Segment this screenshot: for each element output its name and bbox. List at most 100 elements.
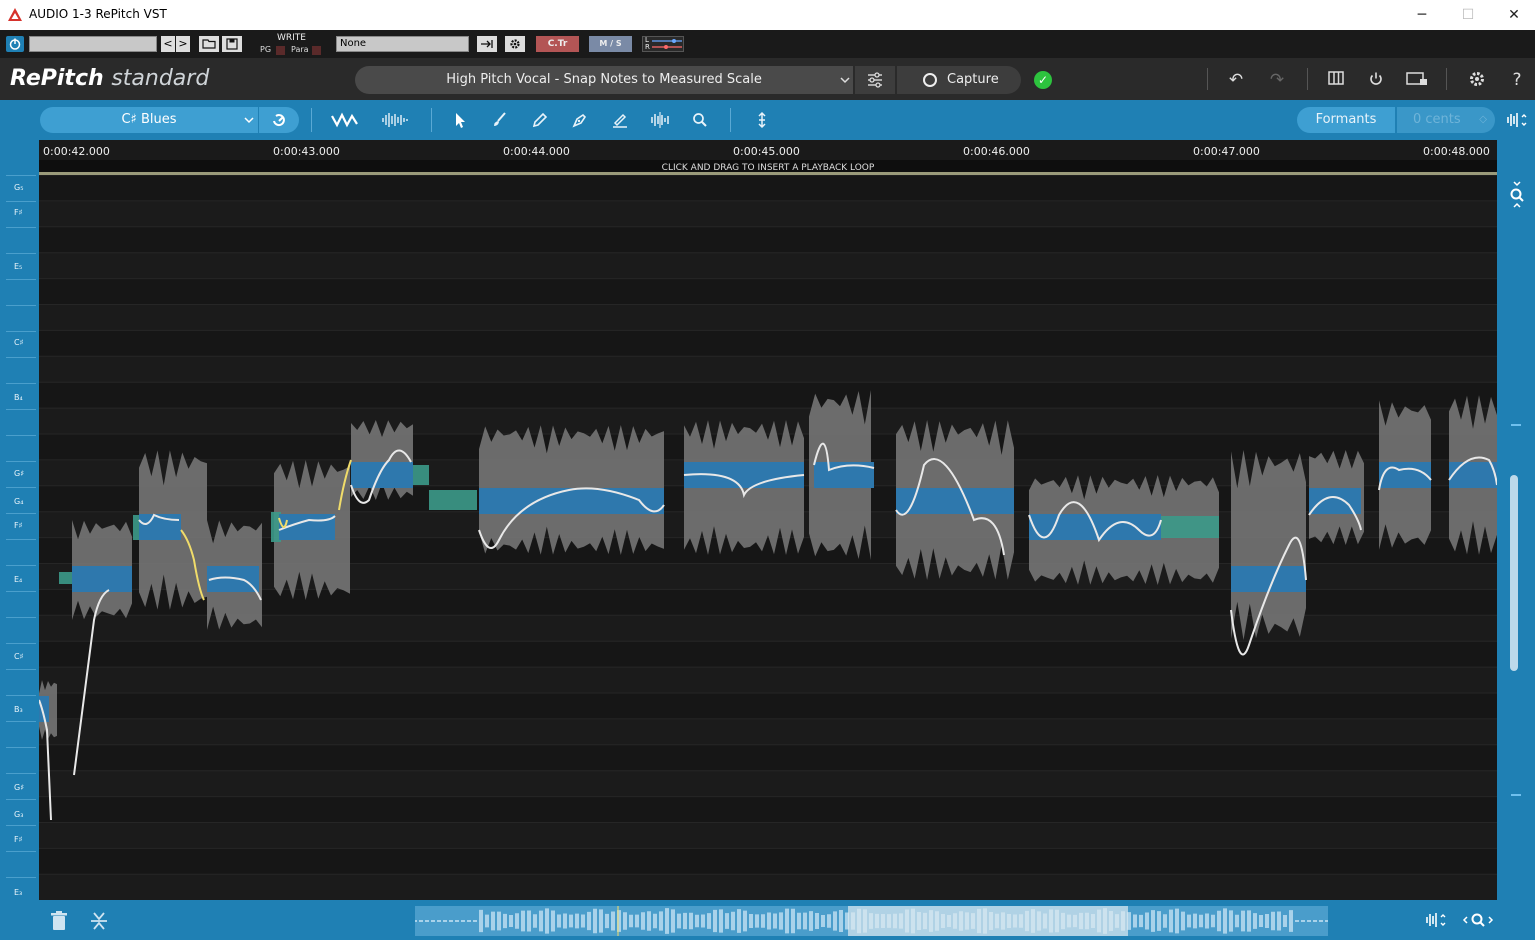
automation-param-select[interactable]: None <box>336 36 469 52</box>
waveform-segment <box>1231 450 1306 640</box>
formants-button[interactable]: Formants <box>1297 107 1395 133</box>
preset-settings-button[interactable] <box>855 66 895 94</box>
lr-r-label: R <box>645 43 650 51</box>
key-separator <box>6 331 36 332</box>
brush-tool-icon[interactable] <box>488 110 512 130</box>
note-blob <box>351 462 413 488</box>
trash-icon[interactable] <box>48 910 70 936</box>
time-tick-label: 0:00:44.000 <box>503 145 570 158</box>
key-separator <box>6 487 36 488</box>
pencil-tool-icon[interactable] <box>528 110 552 130</box>
track-name-field[interactable] <box>29 36 157 52</box>
key-separator <box>6 643 36 644</box>
folder-open-icon[interactable] <box>199 36 219 52</box>
range-bottom-marker <box>1511 794 1521 796</box>
pen-nib-tool-icon[interactable] <box>568 110 592 130</box>
bypass-power-icon[interactable] <box>1366 70 1386 90</box>
logo-edition: standard <box>111 66 210 91</box>
help-icon[interactable]: ? <box>1507 70 1527 90</box>
note-label: E₅ <box>14 262 23 271</box>
key-separator <box>6 201 36 202</box>
note-layer[interactable] <box>39 140 1497 900</box>
vertical-scroll-tool-icon[interactable] <box>750 110 774 130</box>
prev-preset-arrow-icon[interactable]: < <box>161 36 175 52</box>
formant-cents-spinbox[interactable]: 0 cents ◇ <box>1397 107 1495 133</box>
pitch-keyboard[interactable]: G₅ F♯ E₅ C♯ B₄ G♯ G₄ F♯ E₄ C♯ B₃ G♯ G₃ F♯ E₃ <box>0 140 38 900</box>
preset-select[interactable]: High Pitch Vocal - Snap Notes to Measure… <box>355 66 853 94</box>
pg-toggle[interactable] <box>276 46 285 55</box>
scale-edit-button[interactable] <box>259 107 299 133</box>
merge-split-icon[interactable] <box>88 910 110 936</box>
cents-value: 0 cents <box>1413 112 1461 127</box>
key-separator <box>6 825 36 826</box>
preset-name: High Pitch Vocal - Snap Notes to Measure… <box>446 72 762 87</box>
scale-value: C♯ Blues <box>121 112 177 127</box>
redo-icon[interactable]: ↷ <box>1267 70 1287 90</box>
note-label: G₃ <box>14 810 24 819</box>
screen-lock-icon[interactable] <box>1405 70 1429 90</box>
key-separator <box>6 669 36 670</box>
note-label: G♯ <box>14 783 25 792</box>
key-separator <box>6 747 36 748</box>
app-logo-icon <box>8 8 22 21</box>
time-tick-label: 0:00:46.000 <box>963 145 1030 158</box>
pitch-editor-canvas[interactable]: 0:00:42.000 0:00:43.000 0:00:44.000 0:00:45… <box>39 140 1497 900</box>
lr-routing-button[interactable]: L R <box>642 36 684 52</box>
maximize-button[interactable]: ☐ <box>1445 0 1491 30</box>
note-label: F♯ <box>14 521 23 530</box>
host-settings-gear-icon[interactable] <box>505 36 525 52</box>
divider <box>730 108 731 132</box>
status-ok-check-icon: ✓ <box>1034 71 1052 89</box>
vertical-zoom-rail <box>1497 140 1535 900</box>
power-icon[interactable] <box>6 36 24 52</box>
logo-main: RePitch <box>10 66 104 91</box>
note-blob <box>479 488 664 514</box>
key-separator <box>6 227 36 228</box>
para-toggle[interactable] <box>312 46 321 55</box>
time-tick-label: 0:00:47.000 <box>1193 145 1260 158</box>
waveform-view-icon[interactable] <box>380 110 410 130</box>
key-separator <box>6 357 36 358</box>
key-separator <box>6 877 36 878</box>
route-arrow-icon[interactable] <box>477 36 497 52</box>
columns-view-icon[interactable] <box>1326 70 1346 90</box>
divider <box>1207 68 1208 90</box>
note-label: F♯ <box>14 835 23 844</box>
key-separator <box>6 799 36 800</box>
window-titlebar: AUDIO 1-3 RePitch VST ─ ☐ ✕ <box>0 0 1535 30</box>
plugin-header: RePitch standard High Pitch Vocal - Snap… <box>0 58 1535 100</box>
line-draw-tool-icon[interactable] <box>608 110 632 130</box>
refresh-pencil-icon <box>273 114 285 127</box>
clip-overview-navigator[interactable] <box>415 906 1328 936</box>
zoom-tool-search-icon[interactable] <box>688 110 712 130</box>
sliders-icon <box>868 72 882 88</box>
capture-button[interactable]: Capture <box>897 66 1021 94</box>
key-separator <box>6 175 36 176</box>
scale-select[interactable]: C♯ Blues <box>40 107 258 133</box>
horizontal-waveform-zoom-icon[interactable] <box>1424 910 1450 934</box>
vertical-scroll-thumb[interactable] <box>1510 475 1518 671</box>
ctr-button[interactable]: C.Tr <box>536 36 579 52</box>
overview-visible-range[interactable] <box>848 906 1128 936</box>
key-separator <box>6 461 36 462</box>
pitch-view-icon[interactable] <box>330 110 360 130</box>
key-separator <box>6 695 36 696</box>
next-preset-arrow-icon[interactable]: > <box>176 36 190 52</box>
vertical-zoom-search-icon[interactable] <box>1505 180 1529 214</box>
unvoiced-segment <box>411 465 429 485</box>
split-tool-icon[interactable] <box>648 110 672 130</box>
note-label: B₃ <box>14 705 23 714</box>
note-label: E₄ <box>14 575 23 584</box>
settings-gear-icon[interactable] <box>1467 70 1487 90</box>
window-title: AUDIO 1-3 RePitch VST <box>29 7 167 21</box>
close-button[interactable]: ✕ <box>1491 0 1535 30</box>
horizontal-zoom-search-icon[interactable] <box>1462 910 1496 934</box>
save-disk-icon[interactable] <box>222 36 242 52</box>
undo-icon[interactable]: ↶ <box>1226 70 1246 90</box>
time-ruler[interactable]: 0:00:42.000 0:00:43.000 0:00:44.000 0:00:45… <box>39 140 1497 160</box>
waveform-zoom-icon[interactable] <box>1505 110 1531 130</box>
note-blob <box>1449 462 1497 488</box>
select-arrow-tool-icon[interactable] <box>448 110 472 130</box>
mid-side-button[interactable]: M / S <box>589 36 632 52</box>
minimize-button[interactable]: ─ <box>1399 0 1445 30</box>
